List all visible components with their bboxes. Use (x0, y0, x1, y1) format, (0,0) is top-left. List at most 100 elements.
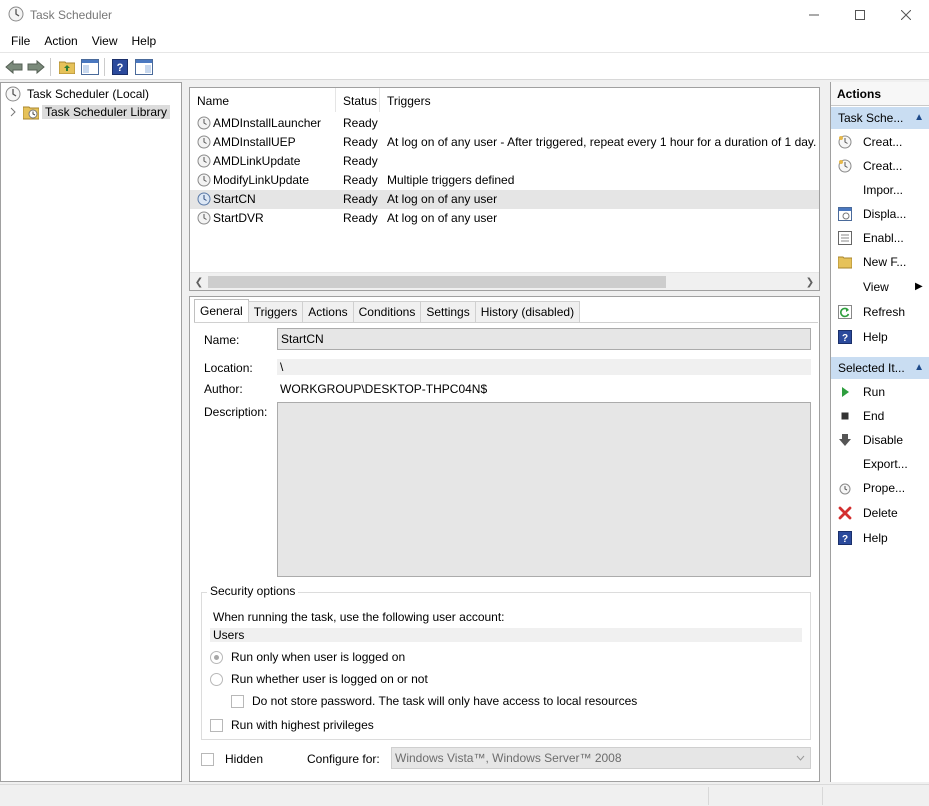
enable-history-icon (838, 231, 852, 245)
scroll-right-arrow-icon[interactable]: ❯ (802, 273, 818, 290)
status-bar-cell (822, 787, 929, 805)
action-enable-all-tasks-history[interactable]: Enabl... (831, 227, 929, 249)
back-button[interactable] (4, 57, 24, 77)
expand-chevron-icon[interactable] (9, 107, 17, 117)
action-label: Displa... (863, 207, 907, 221)
delete-icon (838, 506, 852, 520)
minimize-button[interactable] (792, 0, 836, 30)
menu-file[interactable]: File (4, 34, 37, 48)
action-import-task[interactable]: Impor... (831, 179, 929, 201)
section-label: Task Sche... (838, 111, 904, 125)
run-whether-logged-on-radio[interactable] (210, 673, 223, 686)
action-label: End (863, 409, 885, 423)
tab-history[interactable]: History (disabled) (474, 301, 581, 322)
forward-button[interactable] (26, 57, 46, 77)
security-options-group: Security options When running the task, … (201, 584, 811, 740)
action-label: Impor... (863, 183, 904, 197)
column-header-status[interactable]: Status (336, 88, 380, 112)
configure-for-value: Windows Vista™, Windows Server™ 2008 (395, 751, 622, 765)
task-clock-icon (197, 154, 211, 168)
task-name: StartDVR (213, 211, 264, 225)
action-label: Delete (863, 506, 898, 520)
task-status: Ready (343, 192, 378, 206)
tab-triggers[interactable]: Triggers (247, 301, 304, 322)
action-export[interactable]: Export... (831, 453, 929, 475)
action-view[interactable]: View ▶ (831, 276, 929, 298)
minimize-icon (809, 14, 819, 16)
details-tab-strip: General Triggers Actions Conditions Sett… (194, 299, 581, 322)
tab-actions[interactable]: Actions (302, 301, 354, 322)
run-only-logged-on-radio[interactable] (210, 651, 223, 664)
help-toolbar-button[interactable]: ? (110, 57, 130, 77)
maximize-button[interactable] (838, 0, 882, 30)
tab-settings[interactable]: Settings (420, 301, 476, 322)
location-field[interactable]: \ (277, 359, 811, 375)
horizontal-scrollbar[interactable]: ❮ ❯ (190, 272, 819, 290)
column-header-triggers[interactable]: Triggers (380, 88, 819, 112)
name-field[interactable]: StartCN (277, 328, 811, 350)
column-header-name[interactable]: Name (190, 88, 336, 112)
action-pane-icon (135, 59, 153, 75)
action-help[interactable]: ? Help (831, 326, 929, 348)
action-label: Run (863, 385, 886, 399)
action-disable[interactable]: Disable (831, 429, 929, 451)
display-running-tasks-icon (838, 207, 852, 221)
action-label: View (863, 280, 889, 294)
task-row[interactable]: AMDInstallUEP Ready At log on of any use… (190, 133, 819, 152)
collapse-up-icon[interactable]: ▲ (914, 107, 924, 129)
action-display-running-tasks[interactable]: Displa... (831, 203, 929, 225)
run-highest-privileges-checkbox[interactable] (210, 719, 223, 732)
console-tree-pane: Task Scheduler (Local) Task Scheduler Li… (0, 82, 182, 782)
scrollbar-thumb[interactable] (208, 276, 666, 288)
task-row[interactable]: ModifyLinkUpdate Ready Multiple triggers… (190, 171, 819, 190)
show-hide-console-tree-button[interactable] (80, 57, 100, 77)
actions-section-task-scheduler[interactable]: Task Sche... ▲ (831, 107, 929, 129)
task-row[interactable]: AMDLinkUpdate Ready (190, 152, 819, 171)
description-label: Description: (204, 405, 268, 419)
action-new-folder[interactable]: New F... (831, 251, 929, 273)
action-label: Enabl... (863, 231, 904, 245)
tab-general[interactable]: General (194, 299, 249, 322)
action-label: Export... (863, 457, 908, 471)
action-create-basic-task[interactable]: Creat... (831, 131, 929, 153)
task-triggers: At log on of any user (387, 211, 498, 225)
action-end[interactable]: End (831, 405, 929, 427)
task-status: Ready (343, 116, 378, 130)
action-create-task[interactable]: Creat... (831, 155, 929, 177)
actions-section-selected-item[interactable]: Selected It... ▲ (831, 357, 929, 379)
end-icon (841, 412, 849, 420)
menu-view[interactable]: View (85, 34, 125, 48)
tree-item-task-scheduler-library[interactable]: Task Scheduler Library (9, 103, 171, 121)
menu-help[interactable]: Help (125, 34, 164, 48)
configure-for-label: Configure for: (307, 752, 380, 766)
description-field[interactable] (277, 402, 811, 577)
account-prompt-label: When running the task, use the following… (213, 610, 505, 624)
new-folder-icon (838, 256, 852, 269)
up-folder-button[interactable] (57, 57, 77, 77)
task-row-selected[interactable]: StartCN Ready At log on of any user (190, 190, 819, 209)
show-hide-action-pane-button[interactable] (134, 57, 154, 77)
menu-action[interactable]: Action (37, 34, 84, 48)
disable-icon (839, 434, 851, 446)
tab-conditions[interactable]: Conditions (352, 301, 422, 322)
scroll-left-arrow-icon[interactable]: ❮ (191, 273, 207, 290)
tree-item-task-scheduler-local[interactable]: Task Scheduler (Local) (5, 85, 152, 103)
action-refresh[interactable]: Refresh (831, 301, 929, 323)
task-row[interactable]: StartDVR Ready At log on of any user (190, 209, 819, 228)
hidden-checkbox[interactable] (201, 753, 214, 766)
close-button[interactable] (884, 0, 928, 30)
action-help-selected[interactable]: ? Help (831, 527, 929, 549)
chevron-down-icon (796, 755, 805, 761)
collapse-up-icon[interactable]: ▲ (914, 357, 924, 379)
action-properties[interactable]: Prope... (831, 477, 929, 499)
action-run[interactable]: Run (831, 381, 929, 403)
submenu-arrow-icon: ▶ (915, 281, 923, 292)
action-label: Creat... (863, 159, 903, 173)
author-value: WORKGROUP\DESKTOP-THPC04N$ (280, 382, 488, 396)
do-not-store-password-checkbox[interactable] (231, 695, 244, 708)
action-delete[interactable]: Delete (831, 502, 929, 524)
user-account-field: Users (210, 628, 802, 642)
task-name: AMDLinkUpdate (213, 154, 301, 168)
configure-for-select[interactable]: Windows Vista™, Windows Server™ 2008 (391, 747, 811, 769)
task-row[interactable]: AMDInstallLauncher Ready (190, 114, 819, 133)
